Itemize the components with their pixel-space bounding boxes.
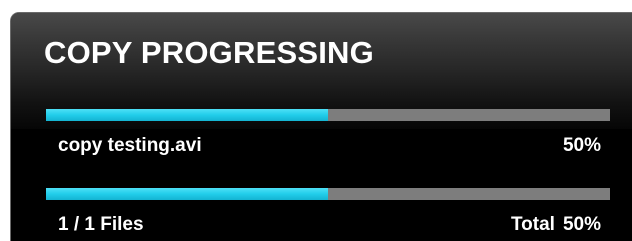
total-progress-summary: Total 50% [511, 214, 601, 236]
total-progress-percent: 50% [562, 214, 601, 235]
file-progress-bar [46, 109, 610, 121]
dialog-title: COPY PROGRESSING [44, 35, 374, 70]
files-count: 1 / 1 Files [58, 214, 144, 235]
total-progress-fill [46, 188, 328, 200]
total-progress-bar [46, 188, 610, 200]
file-progress-percent: 50% [562, 135, 601, 156]
total-label: Total [510, 214, 555, 235]
current-file-name: copy testing.avi [58, 135, 202, 156]
copy-progress-dialog: COPY PROGRESSING copy testing.avi 50% 1 … [10, 12, 632, 241]
file-progress-fill [46, 109, 328, 121]
